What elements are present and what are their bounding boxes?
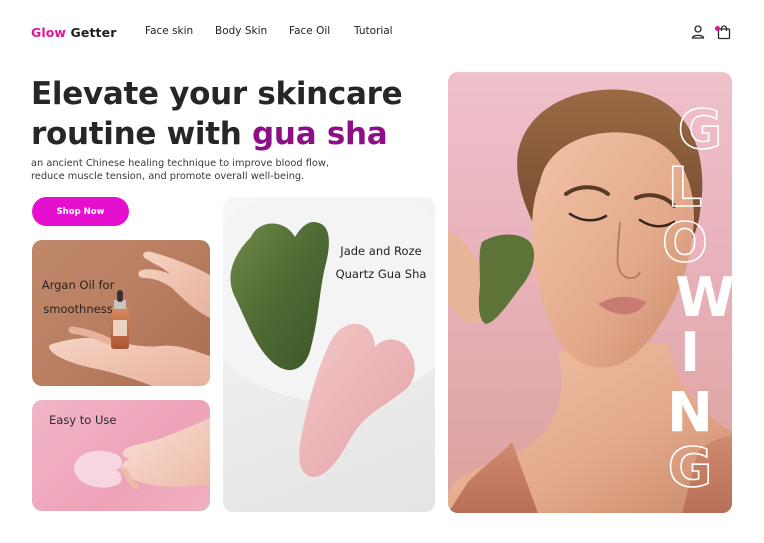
argan-oil-label-line1: Argan Oil for — [41, 278, 115, 292]
user-icon[interactable] — [690, 24, 706, 40]
glowing-letter-6: N — [667, 381, 712, 444]
glowing-letter-1: G — [678, 103, 722, 161]
argan-oil-label: Argan Oil for smoothness — [38, 273, 118, 321]
nav-link-face-skin[interactable]: Face skin — [145, 25, 193, 37]
nav-link-tutorial[interactable]: Tutorial — [354, 25, 393, 37]
jade-rose-quartz-label: Jade and Roze Quartz Gua Sha — [333, 240, 429, 286]
brand-logo-accent: Glow — [31, 25, 67, 40]
argan-oil-label-line2: smoothness — [43, 302, 113, 316]
glowing-letter-4: W — [675, 266, 733, 329]
hero-headline: Elevate your skincare routine with gua s… — [31, 74, 441, 154]
glowing-vertical-word: G L O W I N G — [655, 103, 733, 503]
brand-logo[interactable]: Glow Getter — [31, 25, 116, 40]
glowing-letter-2: L — [668, 156, 702, 219]
easy-to-use-label: Easy to Use — [49, 413, 117, 427]
brand-logo-rest: Getter — [66, 25, 117, 40]
glowing-letter-5: I — [680, 321, 700, 384]
nav-link-body-skin[interactable]: Body Skin — [215, 25, 267, 37]
easy-to-use-card[interactable]: Easy to Use — [32, 400, 210, 511]
glowing-letters: G L O W I N G — [661, 103, 733, 500]
argan-oil-card[interactable]: Argan Oil for smoothness — [32, 240, 210, 386]
top-navigation: Glow Getter Face skin Body Skin Face Oil… — [0, 0, 764, 64]
nav-link-face-oil[interactable]: Face Oil — [289, 25, 330, 37]
shop-now-button[interactable]: Shop Now — [32, 197, 129, 226]
jade-rose-quartz-label-line2: Quartz Gua Sha — [335, 267, 427, 281]
hero-headline-highlight: gua sha — [252, 116, 388, 152]
jade-rose-quartz-label-line1: Jade and Roze — [340, 244, 422, 258]
glowing-letter-3: O — [662, 211, 708, 274]
hero-subtext: an ancient Chinese healing technique to … — [31, 158, 330, 182]
cart-notification-dot — [715, 26, 720, 31]
glowing-letter-7: G — [668, 436, 712, 499]
jade-rose-quartz-card[interactable]: Jade and Roze Quartz Gua Sha — [223, 197, 435, 512]
